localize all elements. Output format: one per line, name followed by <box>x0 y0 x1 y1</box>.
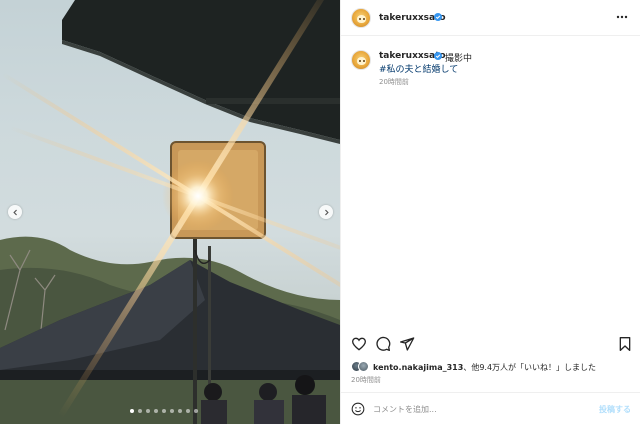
film-set-photo <box>0 0 340 424</box>
carousel-dot <box>178 409 182 413</box>
post-details-pane: takeruxxsato takeruxxsato 撮影中 #私の夫と結婚して … <box>340 0 640 424</box>
liker-username[interactable]: kento.nakajima_313 <box>373 363 463 372</box>
post-header: takeruxxsato <box>341 0 640 36</box>
carousel-dot <box>162 409 166 413</box>
carousel-dot <box>146 409 150 413</box>
carousel-indicator <box>130 409 198 413</box>
next-image-button[interactable] <box>319 205 333 219</box>
likes-count-text: 、他9.4万人が「いいね！」しました <box>463 363 597 372</box>
carousel-dot <box>130 409 134 413</box>
paper-plane-icon[interactable] <box>399 336 415 352</box>
heart-icon[interactable] <box>351 336 367 352</box>
comment-input[interactable] <box>373 401 583 417</box>
more-horizontal-icon <box>616 15 628 19</box>
post-comment-button[interactable]: 投稿する <box>599 404 631 415</box>
comment-bubble-icon[interactable] <box>375 336 391 352</box>
carousel-dot <box>138 409 142 413</box>
post-timestamp: 20時間前 <box>351 376 381 384</box>
carousel-dot <box>186 409 190 413</box>
caption-timestamp: 20時間前 <box>379 78 409 86</box>
carousel-dot <box>170 409 174 413</box>
chevron-left-icon <box>12 209 17 215</box>
avatar[interactable] <box>351 8 371 28</box>
hashtag-link[interactable]: #私の夫と結婚して <box>379 62 458 75</box>
caption-avatar[interactable] <box>351 50 371 70</box>
likes-summary[interactable]: kento.nakajima_313、他9.4万人が「いいね！」しました <box>351 361 631 373</box>
bookmark-icon[interactable] <box>617 336 633 352</box>
carousel-dot <box>194 409 198 413</box>
verified-badge-icon <box>434 52 442 60</box>
liker-avatar <box>358 361 369 372</box>
post-photo[interactable] <box>0 0 340 424</box>
previous-image-button[interactable] <box>8 205 22 219</box>
chevron-right-icon <box>324 209 329 215</box>
more-options-button[interactable] <box>615 10 629 24</box>
comment-bar: 投稿する <box>341 392 640 424</box>
carousel-dot <box>154 409 158 413</box>
verified-badge-icon <box>434 13 442 21</box>
action-bar <box>341 333 640 355</box>
smiley-icon[interactable] <box>351 402 365 416</box>
